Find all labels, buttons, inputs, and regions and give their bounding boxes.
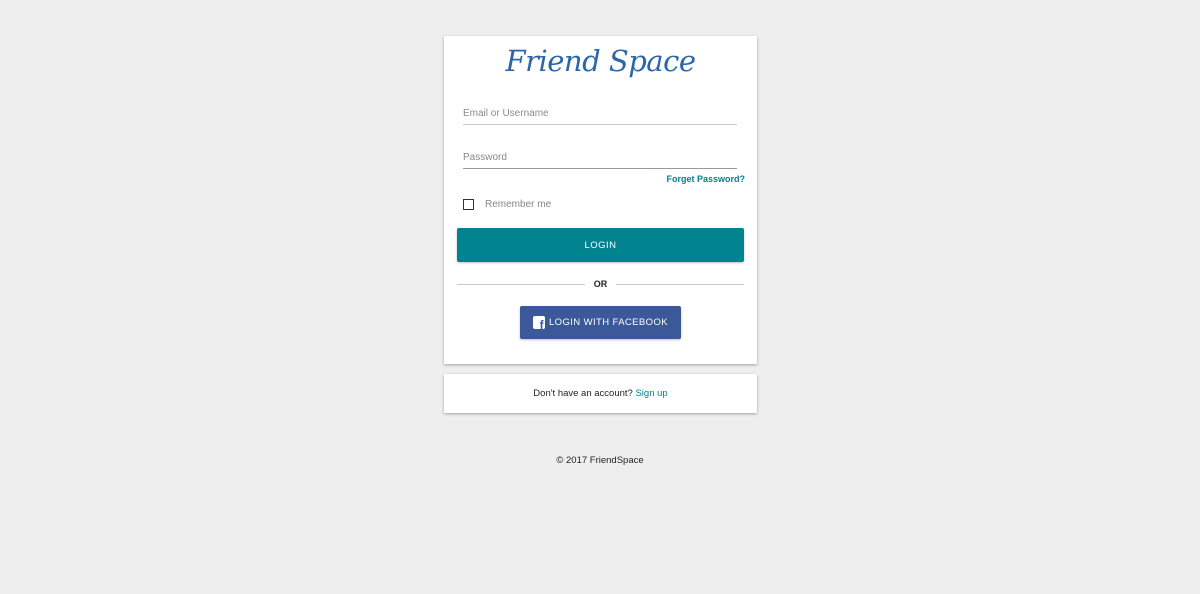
login-button[interactable]: LOGIN (457, 228, 744, 262)
login-card: Friend Space Forget Password? Remember m… (444, 36, 757, 364)
password-input[interactable] (463, 147, 737, 168)
signup-prompt-text: Don't have an account? (533, 388, 636, 399)
signup-card: Don't have an account? Sign up (444, 374, 757, 413)
facebook-login-label: LOGIN WITH FACEBOOK (549, 317, 668, 328)
facebook-icon: f (533, 316, 545, 329)
email-field[interactable] (463, 103, 737, 125)
divider-line-right (616, 284, 744, 285)
signup-link[interactable]: Sign up (635, 388, 667, 399)
or-divider: OR (457, 279, 744, 291)
forgot-password-link[interactable]: Forget Password? (666, 174, 745, 184)
remember-me[interactable]: Remember me (463, 199, 551, 210)
email-input[interactable] (463, 103, 737, 124)
remember-me-label[interactable]: Remember me (485, 199, 551, 210)
copyright-footer: © 2017 FriendSpace (556, 455, 644, 466)
signup-prompt: Don't have an account? Sign up (444, 388, 757, 399)
password-field[interactable] (463, 147, 737, 169)
app-logo: Friend Space (505, 44, 696, 78)
facebook-login-button[interactable]: f LOGIN WITH FACEBOOK (520, 306, 681, 339)
remember-me-checkbox[interactable] (463, 199, 474, 210)
